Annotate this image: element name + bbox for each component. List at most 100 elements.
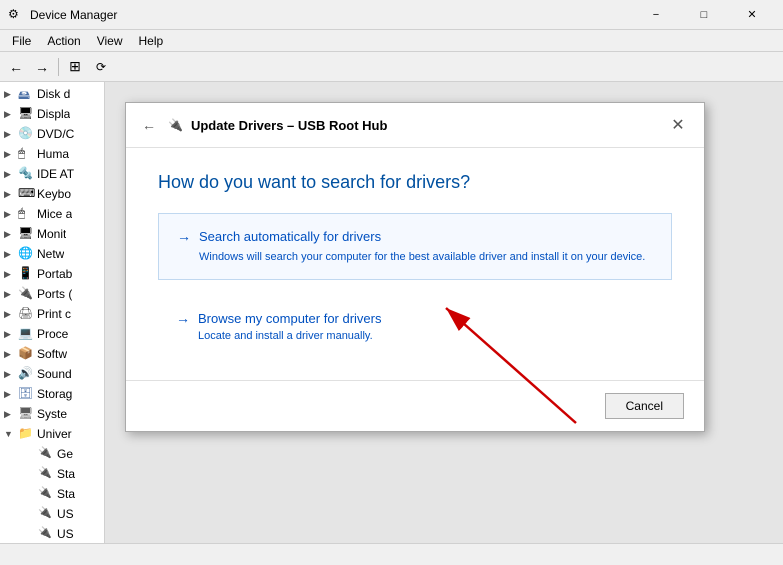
tree-label: Sound [37, 367, 72, 381]
tree-label: US [57, 507, 74, 521]
dialog-footer: Cancel [126, 380, 704, 431]
tree-item-sound[interactable]: ▶ 🔊 Sound [0, 364, 104, 384]
tree-label: Sta [57, 487, 75, 501]
tree-item-disk[interactable]: ▶ 🖴 Disk d [0, 84, 104, 104]
expand-icon: ▶ [4, 209, 18, 220]
dialog-close-button[interactable]: ✕ [664, 111, 692, 139]
expand-icon: ▶ [4, 189, 18, 200]
tree-item-monitor[interactable]: ▶ 🖥 Monit [0, 224, 104, 244]
system-icon: 🖥 [18, 406, 34, 422]
storage-icon: 🗄 [18, 386, 34, 402]
scan-button[interactable]: ⟳ [89, 55, 113, 79]
usb-dev-icon: 🔌 [38, 526, 54, 542]
tree-item-mice[interactable]: ▶ 🖱 Mice a [0, 204, 104, 224]
menu-view[interactable]: View [89, 30, 131, 51]
forward-button[interactable]: → [30, 55, 54, 79]
tree-item-processor[interactable]: ▶ 💻 Proce [0, 324, 104, 344]
tree-item-dvd[interactable]: ▶ 💿 DVD/C [0, 124, 104, 144]
minimize-button[interactable]: − [633, 0, 679, 30]
tree-item-human[interactable]: ▶ 🖱 Huma [0, 144, 104, 164]
tree-label: Huma [37, 147, 69, 161]
network-icon: 🌐 [18, 246, 34, 262]
browse-computer-option[interactable]: → Browse my computer for drivers Locate … [158, 296, 672, 356]
tree-label: Ge [57, 447, 73, 461]
back-button[interactable]: ← [4, 55, 28, 79]
tree-item-us1[interactable]: 🔌 US [0, 504, 104, 524]
dialog-title-text: Update Drivers – USB Root Hub [191, 118, 387, 133]
toolbar-separator [58, 58, 59, 76]
tree-label: Ports ( [37, 287, 72, 301]
expand-icon: ▶ [4, 149, 18, 160]
update-drivers-dialog: ← 🔌 Update Drivers – USB Root Hub ✕ How … [125, 102, 705, 432]
mice-icon: 🖱 [18, 206, 34, 222]
tree-item-us2[interactable]: 🔌 US [0, 524, 104, 543]
tree-item-storage[interactable]: ▶ 🗄 Storag [0, 384, 104, 404]
dialog-back-button[interactable]: ← [138, 115, 160, 135]
expand-icon: ▶ [4, 109, 18, 120]
menu-file[interactable]: File [4, 30, 39, 51]
expand-icon: ▶ [4, 269, 18, 280]
expand-icon: ▶ [4, 289, 18, 300]
tree-item-sta1[interactable]: 🔌 Sta [0, 464, 104, 484]
portable-icon: 📱 [18, 266, 34, 282]
toolbar: ← → ⊞ ⟳ [0, 52, 783, 82]
tree-label: IDE AT [37, 167, 74, 181]
right-panel: ← 🔌 Update Drivers – USB Root Hub ✕ How … [105, 82, 783, 543]
disk-icon: 🖴 [18, 86, 34, 102]
tree-item-ports[interactable]: ▶ 🔌 Ports ( [0, 284, 104, 304]
menu-help[interactable]: Help [131, 30, 172, 51]
expand-icon: ▶ [4, 389, 18, 400]
expand-icon: ▶ [4, 169, 18, 180]
tree-item-network[interactable]: ▶ 🌐 Netw [0, 244, 104, 264]
maximize-button[interactable]: □ [681, 0, 727, 30]
tree-label: Univer [37, 427, 72, 441]
tree-label: Mice a [37, 207, 72, 221]
expand-icon: ▶ [4, 249, 18, 260]
tree-item-ide[interactable]: ▶ 🔩 IDE AT [0, 164, 104, 184]
cancel-button[interactable]: Cancel [605, 393, 684, 419]
tree-item-display[interactable]: ▶ 🖥 Displa [0, 104, 104, 124]
usb-dev-icon: 🔌 [38, 486, 54, 502]
tree-item-universal[interactable]: ▼ 📁 Univer [0, 424, 104, 444]
properties-button[interactable]: ⊞ [63, 55, 87, 79]
tree-item-print[interactable]: ▶ 🖨 Print c [0, 304, 104, 324]
menu-action[interactable]: Action [39, 30, 88, 51]
tree-label: Monit [37, 227, 66, 241]
tree-item-sta2[interactable]: 🔌 Sta [0, 484, 104, 504]
expand-icon: ▶ [4, 309, 18, 320]
ide-icon: 🔩 [18, 166, 34, 182]
option2-title: → Browse my computer for drivers [176, 310, 654, 326]
usb-folder-icon: 📁 [18, 426, 34, 442]
expand-icon: ▶ [4, 329, 18, 340]
tree-label: Sta [57, 467, 75, 481]
arrow-icon: → [177, 228, 191, 244]
processor-icon: 💻 [18, 326, 34, 342]
close-button[interactable]: ✕ [729, 0, 775, 30]
expand-icon: ▶ [4, 129, 18, 140]
search-automatically-option[interactable]: → Search automatically for drivers Windo… [158, 213, 672, 280]
status-bar [0, 543, 783, 565]
tree-label: Disk d [37, 87, 70, 101]
tree-label: DVD/C [37, 127, 74, 141]
usb-dev-icon: 🔌 [38, 446, 54, 462]
tree-item-software[interactable]: ▶ 📦 Softw [0, 344, 104, 364]
tree-item-ge[interactable]: 🔌 Ge [0, 444, 104, 464]
tree-item-portable[interactable]: ▶ 📱 Portab [0, 264, 104, 284]
tree-item-system[interactable]: ▶ 🖥 Syste [0, 404, 104, 424]
arrow-icon: → [176, 310, 190, 326]
expand-icon: ▶ [4, 89, 18, 100]
tree-item-keyboard[interactable]: ▶ ⌨ Keybo [0, 184, 104, 204]
app-title: Device Manager [30, 8, 633, 22]
tree-label: Netw [37, 247, 64, 261]
app-icon: ⚙ [8, 7, 24, 23]
ports-icon: 🔌 [18, 286, 34, 302]
expand-icon: ▶ [4, 369, 18, 380]
print-icon: 🖨 [18, 306, 34, 322]
tree-label: Portab [37, 267, 72, 281]
option1-title: → Search automatically for drivers [177, 228, 653, 244]
dvd-icon: 💿 [18, 126, 34, 142]
dialog-title-bar: ← 🔌 Update Drivers – USB Root Hub ✕ [126, 103, 704, 148]
dialog-body: How do you want to search for drivers? →… [126, 148, 704, 380]
software-icon: 📦 [18, 346, 34, 362]
dialog-title-content: ← 🔌 Update Drivers – USB Root Hub [138, 115, 387, 135]
